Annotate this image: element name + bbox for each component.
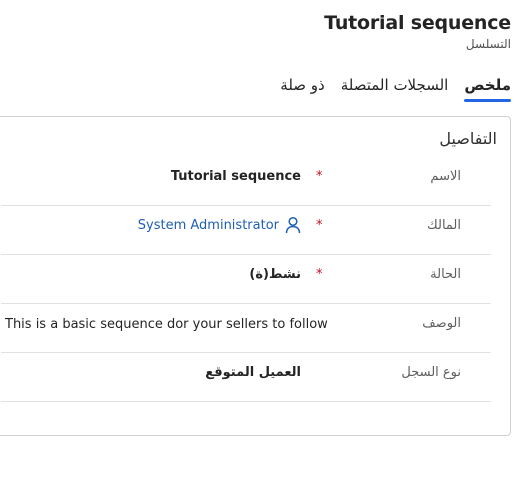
owner-field[interactable]: System Administrator bbox=[138, 216, 301, 234]
owner-label: المالك bbox=[427, 218, 461, 233]
status-row: الحالة * نشط(ة) bbox=[1, 255, 491, 304]
description-field[interactable]: This is a basic sequence dor your seller… bbox=[5, 317, 328, 332]
page-header: Tutorial sequence التسلسل bbox=[324, 10, 511, 52]
page-title: Tutorial sequence bbox=[324, 12, 511, 34]
required-marker: * bbox=[316, 267, 323, 282]
record-type-field[interactable]: العميل المتوقع bbox=[205, 365, 301, 380]
details-card: التفاصيل الاسم * Tutorial sequence المال… bbox=[0, 116, 511, 436]
description-label: الوصف bbox=[422, 316, 461, 331]
required-marker: * bbox=[316, 218, 323, 233]
page-subtitle: التسلسل bbox=[465, 37, 511, 51]
tab-summary[interactable]: ملخص bbox=[464, 74, 511, 102]
details-section-title: التفاصيل bbox=[439, 129, 497, 148]
owner-link[interactable]: System Administrator bbox=[138, 218, 279, 233]
tab-related[interactable]: ذو صلة bbox=[280, 74, 324, 100]
owner-row: المالك * System Administrator bbox=[1, 206, 491, 255]
status-field[interactable]: نشط(ة) bbox=[249, 267, 301, 282]
name-row: الاسم * Tutorial sequence bbox=[1, 157, 491, 206]
required-marker: * bbox=[316, 169, 323, 184]
description-row: الوصف This is a basic sequence dor your … bbox=[1, 304, 491, 353]
tab-bar: ملخص السجلات المتصلة ذو صلة bbox=[280, 74, 511, 102]
record-type-row: نوع السجل العميل المتوقع bbox=[1, 353, 491, 402]
name-field[interactable]: Tutorial sequence bbox=[171, 169, 301, 184]
record-type-label: نوع السجل bbox=[401, 365, 461, 380]
status-label: الحالة bbox=[430, 267, 461, 282]
tab-connected-records[interactable]: السجلات المتصلة bbox=[341, 74, 449, 100]
name-label: الاسم bbox=[430, 169, 461, 184]
person-icon bbox=[285, 216, 301, 234]
